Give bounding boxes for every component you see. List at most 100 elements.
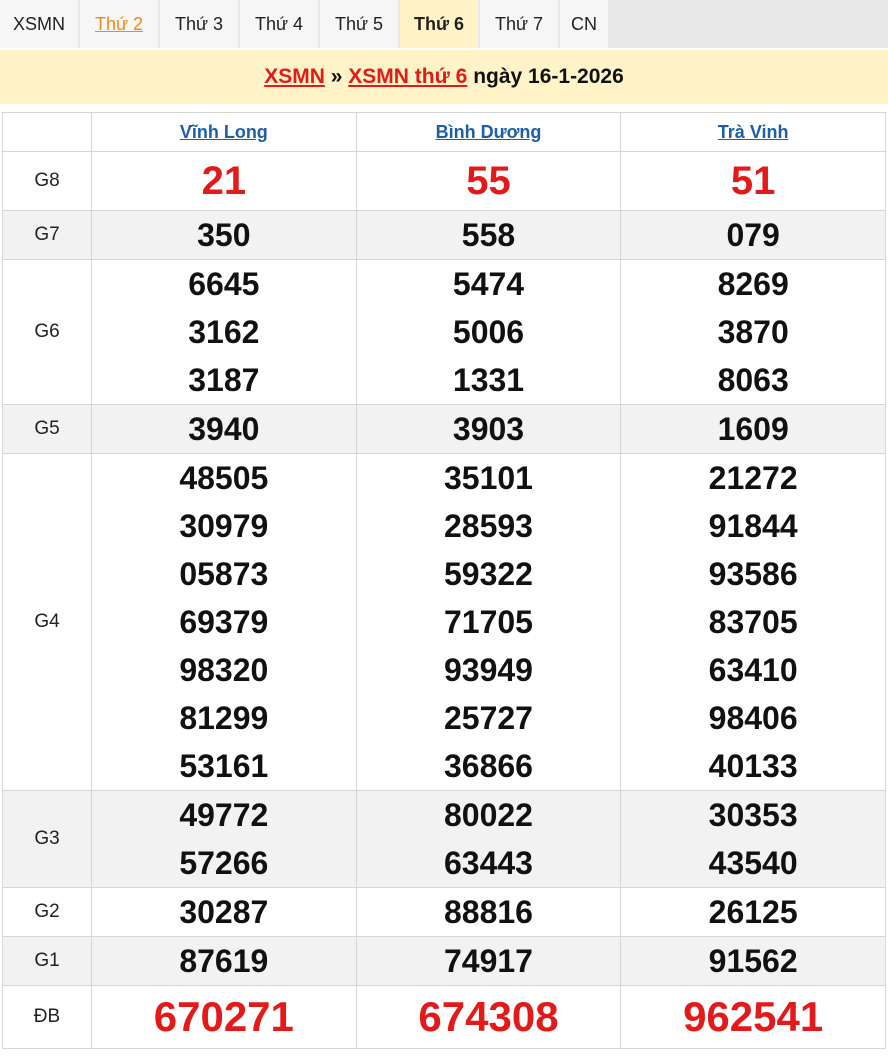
prize-number: 30353 bbox=[708, 797, 798, 833]
prize-label: G8 bbox=[2, 151, 92, 211]
prize-number: 57266 bbox=[179, 845, 269, 881]
prize-number: 35101 bbox=[443, 460, 533, 496]
prize-cell: 1609 bbox=[620, 404, 886, 454]
province-link[interactable]: Trà Vinh bbox=[718, 122, 789, 142]
prize-cell: 8269 3870 8063 bbox=[620, 259, 886, 405]
xsmn-thu-6-link[interactable]: XSMN thứ 6 bbox=[348, 65, 467, 88]
province-header: Vĩnh Long bbox=[91, 112, 357, 152]
prize-number: 6645 bbox=[188, 266, 260, 302]
prize-number: 350 bbox=[197, 217, 251, 253]
prize-number: 3187 bbox=[188, 362, 260, 398]
prize-label: G4 bbox=[2, 453, 92, 791]
prize-row-g8: G8 21 55 51 bbox=[2, 151, 886, 211]
breadcrumb-separator: » bbox=[330, 65, 343, 88]
tab-cn[interactable]: CN bbox=[560, 0, 608, 48]
prize-row-g7: G7 350 558 079 bbox=[2, 210, 886, 260]
prize-cell: 55 bbox=[355, 151, 622, 211]
prize-cell: 80022 63443 bbox=[355, 790, 622, 888]
prize-number: 55 bbox=[466, 159, 511, 203]
prize-cell: 5474 5006 1331 bbox=[355, 259, 622, 405]
tab-thu-7[interactable]: Thứ 7 bbox=[480, 0, 558, 48]
results-table: Vĩnh Long Bình Dương Trà Vinh G8 21 55 51 G7… bbox=[2, 112, 886, 1049]
prize-number: 59322 bbox=[443, 556, 533, 592]
province-link[interactable]: Bình Dương bbox=[436, 122, 542, 142]
prize-label: G5 bbox=[2, 404, 92, 454]
prize-number: 93586 bbox=[708, 556, 798, 592]
prize-row-g6: G6 6645 3162 3187 5474 5006 1331 8269 3870 8063 bbox=[2, 259, 886, 405]
prize-row-g2: G2 30287 88816 26125 bbox=[2, 887, 886, 937]
prize-cell: 48505 30979 05873 69379 98320 81299 53161 bbox=[91, 453, 357, 791]
prize-cell: 87619 bbox=[91, 936, 357, 986]
prize-number: 1331 bbox=[452, 362, 525, 398]
prize-number: 87619 bbox=[179, 943, 269, 979]
prize-label: G1 bbox=[2, 936, 92, 986]
prize-number: 53161 bbox=[179, 748, 269, 784]
prize-cell: 962541 bbox=[620, 985, 886, 1049]
prize-number: 674308 bbox=[418, 993, 559, 1040]
prize-cell: 670271 bbox=[91, 985, 357, 1049]
province-link[interactable]: Vĩnh Long bbox=[180, 122, 268, 142]
prize-number: 51 bbox=[730, 159, 776, 203]
tab-thu-4[interactable]: Thứ 4 bbox=[240, 0, 318, 48]
prize-label: G6 bbox=[2, 259, 92, 405]
date-text: ngày 16-1-2026 bbox=[473, 65, 624, 88]
province-header: Trà Vinh bbox=[620, 112, 886, 152]
province-header-row: Vĩnh Long Bình Dương Trà Vinh bbox=[2, 112, 886, 152]
prize-number: 48505 bbox=[179, 460, 269, 496]
prize-number: 962541 bbox=[683, 993, 824, 1040]
prize-label: G2 bbox=[2, 887, 92, 937]
day-tabs: XSMN Thứ 2 Thứ 3 Thứ 4 Thứ 5 Thứ 6 Thứ 7… bbox=[0, 0, 888, 48]
prize-number: 5006 bbox=[452, 314, 525, 350]
prize-number: 3162 bbox=[188, 314, 260, 350]
prize-number: 36866 bbox=[443, 748, 533, 784]
prize-number: 1609 bbox=[717, 411, 789, 447]
prize-row-g4: G4 48505 30979 05873 69379 98320 81299 53161 351… bbox=[2, 453, 886, 791]
prize-row-g3: G3 49772 57266 80022 63443 30353 43540 bbox=[2, 790, 886, 888]
prize-number: 43540 bbox=[708, 845, 798, 881]
tab-thu-3[interactable]: Thứ 3 bbox=[160, 0, 238, 48]
prize-number: 74917 bbox=[443, 943, 533, 979]
prize-number: 40133 bbox=[708, 748, 798, 784]
tab-thu-2[interactable]: Thứ 2 bbox=[80, 0, 158, 48]
prize-cell: 30287 bbox=[91, 887, 357, 937]
prize-number: 30287 bbox=[179, 894, 269, 930]
prize-number: 91562 bbox=[708, 943, 798, 979]
prize-number: 079 bbox=[726, 217, 780, 253]
prize-cell: 21 bbox=[91, 151, 357, 211]
prize-number: 670271 bbox=[153, 993, 294, 1040]
prize-number: 69379 bbox=[179, 604, 269, 640]
prize-number: 28593 bbox=[443, 508, 533, 544]
tab-xsmn[interactable]: XSMN bbox=[0, 0, 78, 48]
prize-number: 98406 bbox=[708, 700, 798, 736]
prize-cell: 558 bbox=[355, 210, 622, 260]
tab-thu-5[interactable]: Thứ 5 bbox=[320, 0, 398, 48]
prize-row-g1: G1 87619 74917 91562 bbox=[2, 936, 886, 986]
prize-cell: 74917 bbox=[355, 936, 622, 986]
prize-number: 3903 bbox=[452, 411, 525, 447]
province-header: Bình Dương bbox=[355, 112, 622, 152]
prize-label: G3 bbox=[2, 790, 92, 888]
prize-number: 63443 bbox=[443, 845, 533, 881]
prize-number: 21272 bbox=[708, 460, 798, 496]
prize-number: 30979 bbox=[179, 508, 269, 544]
prize-cell: 88816 bbox=[355, 887, 622, 937]
prize-number: 558 bbox=[461, 217, 516, 253]
prize-number: 80022 bbox=[443, 797, 533, 833]
prize-cell: 6645 3162 3187 bbox=[91, 259, 357, 405]
prize-cell: 51 bbox=[620, 151, 886, 211]
prize-number: 3940 bbox=[188, 411, 260, 447]
xsmn-link[interactable]: XSMN bbox=[264, 65, 325, 88]
prize-number: 49772 bbox=[179, 797, 269, 833]
tab-thu-6[interactable]: Thứ 6 bbox=[400, 0, 478, 48]
prize-cell: 079 bbox=[620, 210, 886, 260]
prize-cell: 26125 bbox=[620, 887, 886, 937]
prize-number: 21 bbox=[201, 159, 247, 203]
header-corner bbox=[2, 112, 92, 152]
prize-number: 26125 bbox=[708, 894, 798, 930]
prize-cell: 674308 bbox=[355, 985, 622, 1049]
prize-cell: 91562 bbox=[620, 936, 886, 986]
prize-row-g5: G5 3940 3903 1609 bbox=[2, 404, 886, 454]
prize-label: ĐB bbox=[2, 985, 92, 1049]
prize-number: 83705 bbox=[708, 604, 798, 640]
prize-number: 88816 bbox=[443, 894, 533, 930]
